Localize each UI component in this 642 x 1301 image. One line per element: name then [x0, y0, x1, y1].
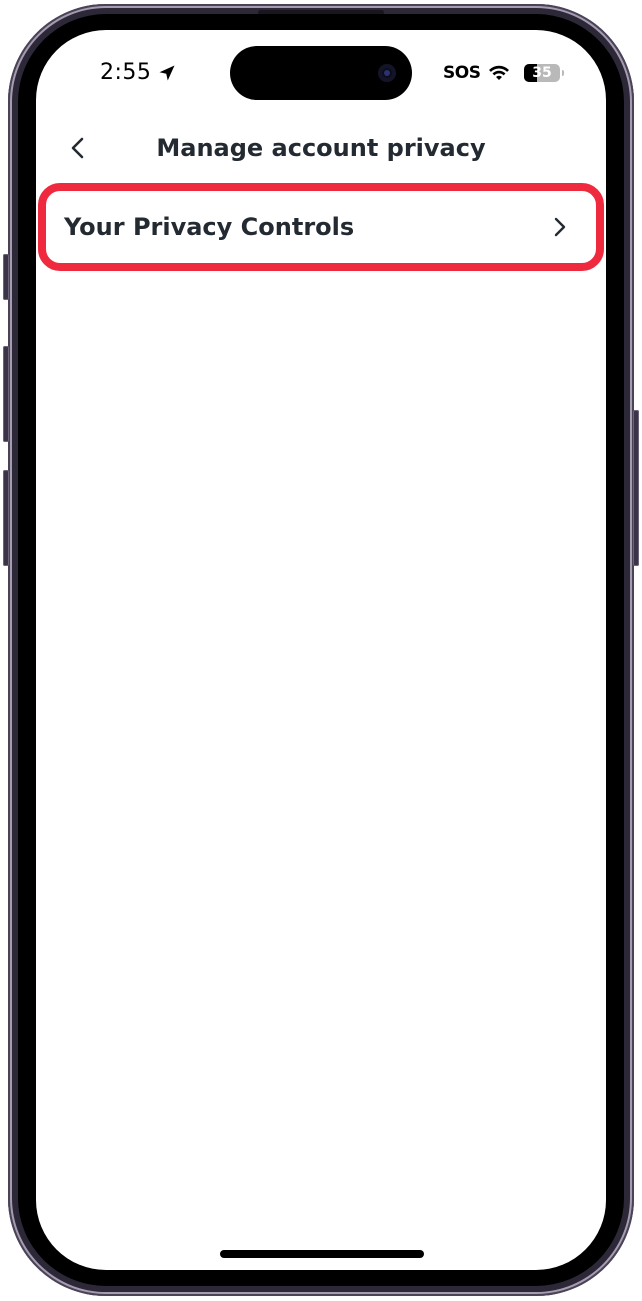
status-time: 2:55	[100, 60, 152, 85]
power-button	[633, 410, 639, 566]
screen: 2:55 SOS 35 Manage account privacy Your …	[36, 30, 606, 1270]
volume-down-button	[3, 470, 9, 566]
location-arrow-icon	[159, 65, 175, 81]
chevron-right-icon	[554, 217, 566, 237]
front-camera-icon	[378, 64, 396, 82]
list-item-your-privacy-controls[interactable]: Your Privacy Controls	[46, 191, 596, 263]
dynamic-island	[230, 46, 412, 100]
sos-indicator: SOS	[443, 63, 481, 83]
battery-tip	[562, 70, 564, 76]
wifi-icon	[489, 65, 509, 80]
action-button	[3, 254, 9, 300]
home-indicator[interactable]	[220, 1250, 424, 1258]
status-bar: 2:55 SOS 35	[36, 30, 606, 110]
chevron-left-icon	[71, 137, 84, 159]
battery-indicator: 35	[524, 64, 560, 82]
back-button[interactable]	[60, 130, 96, 166]
battery-level: 35	[532, 65, 552, 81]
volume-up-button	[3, 346, 9, 442]
page-title: Manage account privacy	[156, 134, 486, 162]
nav-header: Manage account privacy	[36, 120, 606, 176]
list-item-label: Your Privacy Controls	[64, 213, 355, 241]
